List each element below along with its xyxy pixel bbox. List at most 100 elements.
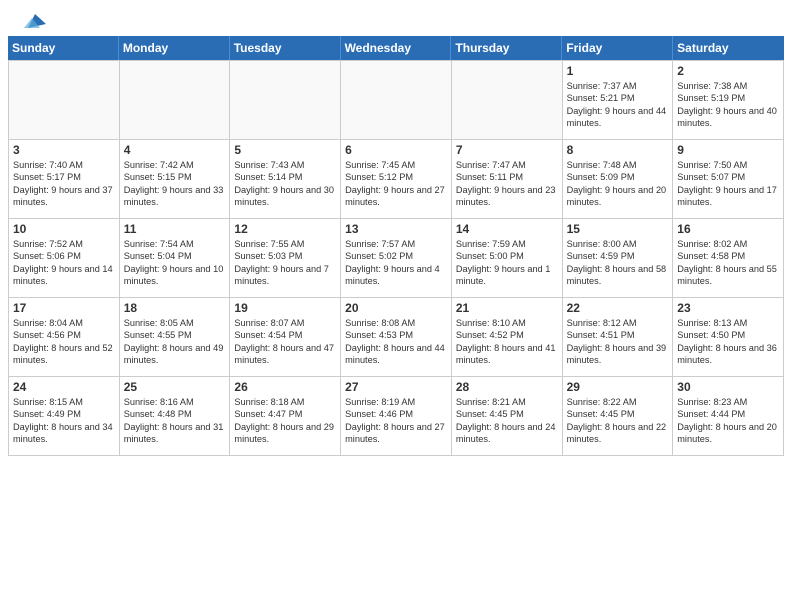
day-number: 1 bbox=[567, 64, 669, 78]
calendar-cell: 10 Sunrise: 7:52 AM Sunset: 5:06 PM Dayli… bbox=[9, 219, 120, 297]
day-info: Sunrise: 8:00 AM Sunset: 4:59 PM Dayligh… bbox=[567, 238, 669, 288]
calendar-cell: 21 Sunrise: 8:10 AM Sunset: 4:52 PM Dayli… bbox=[452, 298, 563, 376]
day-info: Sunrise: 7:57 AM Sunset: 5:02 PM Dayligh… bbox=[345, 238, 447, 288]
calendar-cell bbox=[9, 61, 120, 139]
day-info: Sunrise: 7:40 AM Sunset: 5:17 PM Dayligh… bbox=[13, 159, 115, 209]
calendar-cell: 28 Sunrise: 8:21 AM Sunset: 4:45 PM Dayli… bbox=[452, 377, 563, 455]
day-info: Sunrise: 8:13 AM Sunset: 4:50 PM Dayligh… bbox=[677, 317, 779, 367]
calendar-header: SundayMondayTuesdayWednesdayThursdayFrid… bbox=[8, 36, 784, 60]
day-number: 23 bbox=[677, 301, 779, 315]
logo-icon bbox=[24, 10, 46, 32]
day-number: 18 bbox=[124, 301, 226, 315]
day-info: Sunrise: 8:18 AM Sunset: 4:47 PM Dayligh… bbox=[234, 396, 336, 446]
calendar-cell: 2 Sunrise: 7:38 AM Sunset: 5:19 PM Daylig… bbox=[673, 61, 784, 139]
calendar-cell: 29 Sunrise: 8:22 AM Sunset: 4:45 PM Dayli… bbox=[563, 377, 674, 455]
calendar-row: 3 Sunrise: 7:40 AM Sunset: 5:17 PM Daylig… bbox=[9, 140, 784, 219]
day-number: 14 bbox=[456, 222, 558, 236]
day-info: Sunrise: 7:45 AM Sunset: 5:12 PM Dayligh… bbox=[345, 159, 447, 209]
calendar-cell: 19 Sunrise: 8:07 AM Sunset: 4:54 PM Dayli… bbox=[230, 298, 341, 376]
day-number: 19 bbox=[234, 301, 336, 315]
calendar-cell bbox=[341, 61, 452, 139]
day-number: 10 bbox=[13, 222, 115, 236]
calendar-row: 1 Sunrise: 7:37 AM Sunset: 5:21 PM Daylig… bbox=[9, 61, 784, 140]
day-number: 5 bbox=[234, 143, 336, 157]
calendar-cell bbox=[230, 61, 341, 139]
day-info: Sunrise: 8:21 AM Sunset: 4:45 PM Dayligh… bbox=[456, 396, 558, 446]
day-number: 17 bbox=[13, 301, 115, 315]
calendar-cell: 3 Sunrise: 7:40 AM Sunset: 5:17 PM Daylig… bbox=[9, 140, 120, 218]
day-number: 9 bbox=[677, 143, 779, 157]
day-info: Sunrise: 8:07 AM Sunset: 4:54 PM Dayligh… bbox=[234, 317, 336, 367]
day-number: 12 bbox=[234, 222, 336, 236]
day-number: 28 bbox=[456, 380, 558, 394]
day-number: 6 bbox=[345, 143, 447, 157]
calendar-cell bbox=[120, 61, 231, 139]
day-number: 3 bbox=[13, 143, 115, 157]
day-info: Sunrise: 8:15 AM Sunset: 4:49 PM Dayligh… bbox=[13, 396, 115, 446]
day-info: Sunrise: 7:37 AM Sunset: 5:21 PM Dayligh… bbox=[567, 80, 669, 130]
day-number: 27 bbox=[345, 380, 447, 394]
day-info: Sunrise: 8:12 AM Sunset: 4:51 PM Dayligh… bbox=[567, 317, 669, 367]
calendar-cell: 13 Sunrise: 7:57 AM Sunset: 5:02 PM Dayli… bbox=[341, 219, 452, 297]
day-number: 22 bbox=[567, 301, 669, 315]
day-info: Sunrise: 7:54 AM Sunset: 5:04 PM Dayligh… bbox=[124, 238, 226, 288]
weekday-header-saturday: Saturday bbox=[673, 36, 784, 60]
calendar-cell: 6 Sunrise: 7:45 AM Sunset: 5:12 PM Daylig… bbox=[341, 140, 452, 218]
calendar-row: 10 Sunrise: 7:52 AM Sunset: 5:06 PM Dayli… bbox=[9, 219, 784, 298]
weekday-header-tuesday: Tuesday bbox=[230, 36, 341, 60]
day-number: 7 bbox=[456, 143, 558, 157]
day-info: Sunrise: 7:48 AM Sunset: 5:09 PM Dayligh… bbox=[567, 159, 669, 209]
day-number: 4 bbox=[124, 143, 226, 157]
day-number: 15 bbox=[567, 222, 669, 236]
calendar-cell: 14 Sunrise: 7:59 AM Sunset: 5:00 PM Dayli… bbox=[452, 219, 563, 297]
calendar-cell: 12 Sunrise: 7:55 AM Sunset: 5:03 PM Dayli… bbox=[230, 219, 341, 297]
day-number: 30 bbox=[677, 380, 779, 394]
day-info: Sunrise: 8:05 AM Sunset: 4:55 PM Dayligh… bbox=[124, 317, 226, 367]
day-number: 13 bbox=[345, 222, 447, 236]
page-wrapper: SundayMondayTuesdayWednesdayThursdayFrid… bbox=[0, 0, 792, 464]
day-number: 2 bbox=[677, 64, 779, 78]
calendar-cell: 23 Sunrise: 8:13 AM Sunset: 4:50 PM Dayli… bbox=[673, 298, 784, 376]
calendar-body: 1 Sunrise: 7:37 AM Sunset: 5:21 PM Daylig… bbox=[8, 60, 784, 456]
day-info: Sunrise: 8:19 AM Sunset: 4:46 PM Dayligh… bbox=[345, 396, 447, 446]
calendar-cell: 20 Sunrise: 8:08 AM Sunset: 4:53 PM Dayli… bbox=[341, 298, 452, 376]
weekday-header-sunday: Sunday bbox=[8, 36, 119, 60]
day-number: 21 bbox=[456, 301, 558, 315]
day-number: 8 bbox=[567, 143, 669, 157]
calendar-cell: 30 Sunrise: 8:23 AM Sunset: 4:44 PM Dayli… bbox=[673, 377, 784, 455]
weekday-header-friday: Friday bbox=[562, 36, 673, 60]
calendar-cell: 11 Sunrise: 7:54 AM Sunset: 5:04 PM Dayli… bbox=[120, 219, 231, 297]
weekday-header-thursday: Thursday bbox=[451, 36, 562, 60]
day-number: 26 bbox=[234, 380, 336, 394]
day-number: 16 bbox=[677, 222, 779, 236]
calendar-cell: 5 Sunrise: 7:43 AM Sunset: 5:14 PM Daylig… bbox=[230, 140, 341, 218]
day-info: Sunrise: 8:22 AM Sunset: 4:45 PM Dayligh… bbox=[567, 396, 669, 446]
calendar-row: 17 Sunrise: 8:04 AM Sunset: 4:56 PM Dayli… bbox=[9, 298, 784, 377]
day-number: 11 bbox=[124, 222, 226, 236]
day-info: Sunrise: 7:59 AM Sunset: 5:00 PM Dayligh… bbox=[456, 238, 558, 288]
day-info: Sunrise: 8:23 AM Sunset: 4:44 PM Dayligh… bbox=[677, 396, 779, 446]
calendar-row: 24Sunrise: 8:15 AM Sunset: 4:49 PM Dayli… bbox=[9, 377, 784, 456]
calendar-cell: 4 Sunrise: 7:42 AM Sunset: 5:15 PM Daylig… bbox=[120, 140, 231, 218]
day-number: 29 bbox=[567, 380, 669, 394]
day-info: Sunrise: 8:10 AM Sunset: 4:52 PM Dayligh… bbox=[456, 317, 558, 367]
day-info: Sunrise: 7:38 AM Sunset: 5:19 PM Dayligh… bbox=[677, 80, 779, 130]
day-number: 20 bbox=[345, 301, 447, 315]
day-info: Sunrise: 7:47 AM Sunset: 5:11 PM Dayligh… bbox=[456, 159, 558, 209]
day-info: Sunrise: 7:42 AM Sunset: 5:15 PM Dayligh… bbox=[124, 159, 226, 209]
calendar-cell: 9Sunrise: 7:50 AM Sunset: 5:07 PM Daylig… bbox=[673, 140, 784, 218]
day-info: Sunrise: 7:55 AM Sunset: 5:03 PM Dayligh… bbox=[234, 238, 336, 288]
day-info: Sunrise: 7:52 AM Sunset: 5:06 PM Dayligh… bbox=[13, 238, 115, 288]
calendar-cell: 8 Sunrise: 7:48 AM Sunset: 5:09 PM Daylig… bbox=[563, 140, 674, 218]
day-info: Sunrise: 8:08 AM Sunset: 4:53 PM Dayligh… bbox=[345, 317, 447, 367]
day-info: Sunrise: 7:43 AM Sunset: 5:14 PM Dayligh… bbox=[234, 159, 336, 209]
calendar-cell: 22 Sunrise: 8:12 AM Sunset: 4:51 PM Dayli… bbox=[563, 298, 674, 376]
calendar-cell: 25Sunrise: 8:16 AM Sunset: 4:48 PM Dayli… bbox=[120, 377, 231, 455]
calendar-cell: 15 Sunrise: 8:00 AM Sunset: 4:59 PM Dayli… bbox=[563, 219, 674, 297]
day-info: Sunrise: 8:04 AM Sunset: 4:56 PM Dayligh… bbox=[13, 317, 115, 367]
weekday-header-monday: Monday bbox=[119, 36, 230, 60]
calendar-cell: 27 Sunrise: 8:19 AM Sunset: 4:46 PM Dayli… bbox=[341, 377, 452, 455]
calendar-cell: 16Sunrise: 8:02 AM Sunset: 4:58 PM Dayli… bbox=[673, 219, 784, 297]
logo bbox=[20, 10, 46, 32]
day-number: 25 bbox=[124, 380, 226, 394]
